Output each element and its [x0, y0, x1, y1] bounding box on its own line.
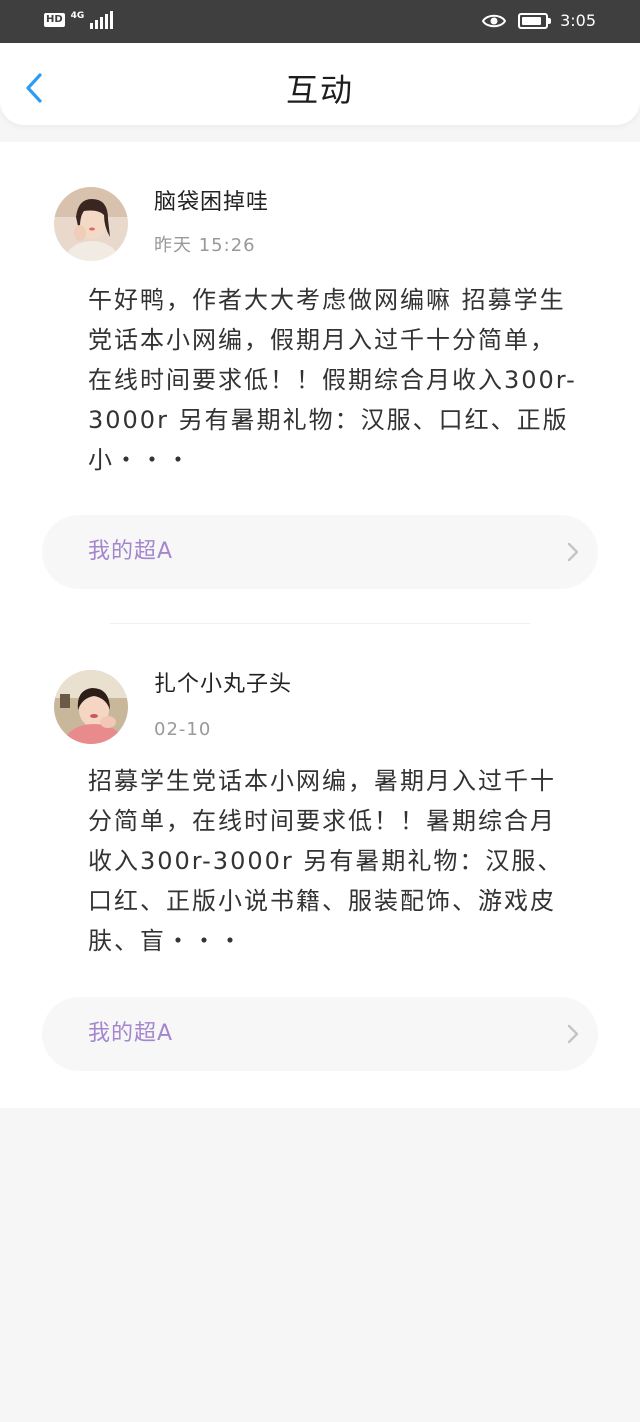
topic-tag-button[interactable]: 我的超A [42, 515, 598, 589]
post-time: 昨天 15:26 [154, 235, 256, 256]
status-left: HD 4G [44, 11, 114, 29]
battery-level [522, 17, 541, 25]
post-content[interactable]: 招募学生党话本小网编，暑期月入过千十分简单，在线时间要求低！！暑期综合月收入30… [88, 761, 578, 961]
topic-tag-button[interactable]: 我的超A [42, 997, 598, 1071]
hd-badge: HD [44, 13, 65, 27]
page-title: 互动 [285, 71, 354, 109]
username[interactable]: 脑袋困掉哇 [154, 188, 269, 218]
avatar-image [54, 670, 128, 744]
feed: 脑袋困掉哇 昨天 15:26 午好鸭，作者大大考虑做网编嘛 招募学生党话本小网编… [0, 142, 640, 1108]
avatar-image [54, 187, 128, 261]
avatar[interactable] [54, 670, 128, 744]
status-right: 3:05 [482, 10, 596, 32]
avatar[interactable] [54, 187, 128, 261]
network-label: 4G [70, 11, 85, 21]
post-card: 脑袋困掉哇 昨天 15:26 午好鸭，作者大大考虑做网编嘛 招募学生党话本小网编… [0, 142, 640, 624]
post-card: 扎个小丸子头 02-10 招募学生党话本小网编，暑期月入过千十分简单，在线时间要… [0, 624, 640, 1108]
signal-icon [90, 11, 114, 29]
eye-icon [482, 14, 507, 28]
chevron-right-icon [567, 542, 579, 562]
post-time: 02-10 [154, 719, 212, 740]
topic-tag-label: 我的超A [88, 1021, 174, 1046]
status-time: 3:05 [560, 11, 596, 30]
battery-icon [518, 13, 552, 29]
status-bar: HD 4G 3:05 [0, 0, 640, 43]
topic-tag-label: 我的超A [88, 539, 174, 564]
username[interactable]: 扎个小丸子头 [154, 670, 292, 700]
post-content[interactable]: 午好鸭，作者大大考虑做网编嘛 招募学生党话本小网编，假期月入过千十分简单，在线时… [88, 280, 578, 480]
chevron-right-icon [567, 1024, 579, 1044]
nav-bar: 互动 [0, 43, 640, 125]
